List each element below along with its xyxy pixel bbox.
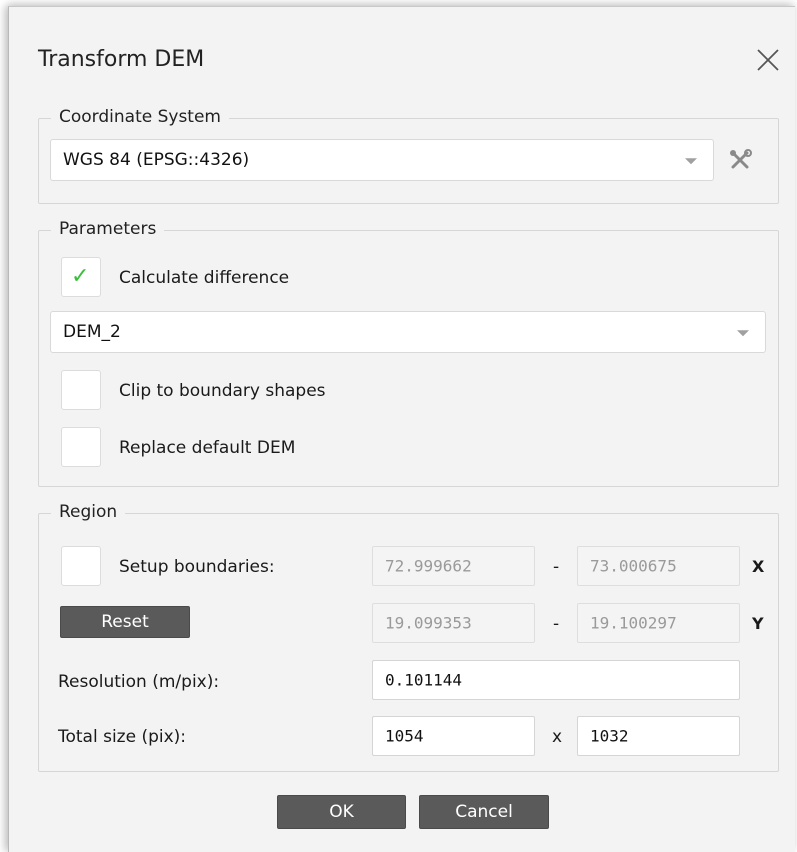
check-icon: ✓ (71, 264, 90, 289)
ok-button[interactable]: OK (277, 795, 406, 829)
y-axis-label: Y (752, 614, 764, 633)
chevron-down-icon (737, 330, 749, 337)
cancel-button[interactable]: Cancel (419, 795, 549, 829)
x-axis-label: X (752, 557, 765, 576)
total-width-field[interactable]: 1054 (372, 716, 535, 756)
total-size-label: Total size (pix): (58, 727, 187, 747)
y-max-field[interactable]: 19.100297 (577, 603, 740, 643)
resolution-value: 0.101144 (385, 670, 463, 690)
total-height-field[interactable]: 1032 (577, 716, 740, 756)
region-legend: Region (51, 502, 126, 522)
setup-boundaries-checkbox[interactable] (61, 546, 101, 586)
chevron-down-icon (685, 158, 697, 165)
y-max-value: 19.100297 (590, 613, 677, 633)
coordinate-system-value: WGS 84 (EPSG::4326) (63, 150, 250, 170)
y-min-field[interactable]: 19.099353 (372, 603, 535, 643)
clip-to-boundary-checkbox[interactable] (61, 370, 101, 410)
x-min-field[interactable]: 72.999662 (372, 546, 535, 586)
x-max-field[interactable]: 73.000675 (577, 546, 740, 586)
parameters-group: Parameters ✓ Calculate difference DEM_2 … (38, 219, 779, 487)
y-range-separator: - (553, 614, 560, 634)
parameters-legend: Parameters (51, 219, 165, 239)
total-height-value: 1032 (590, 726, 629, 746)
calculate-difference-checkbox[interactable]: ✓ (61, 257, 101, 297)
x-max-value: 73.000675 (590, 556, 677, 576)
resolution-label: Resolution (m/pix): (58, 672, 220, 692)
size-separator: x (552, 727, 563, 747)
replace-default-dem-checkbox[interactable] (61, 427, 101, 467)
dem-select[interactable]: DEM_2 (50, 311, 766, 353)
transform-dem-dialog: Transform DEM Coordinate System WGS 84 (… (8, 6, 795, 852)
replace-default-dem-label: Replace default DEM (119, 438, 296, 458)
setup-boundaries-label: Setup boundaries: (119, 557, 275, 577)
coordinate-system-legend: Coordinate System (51, 107, 229, 127)
resolution-field[interactable]: 0.101144 (372, 660, 740, 700)
x-min-value: 72.999662 (385, 556, 472, 576)
tools-icon[interactable] (727, 147, 755, 173)
dem-select-value: DEM_2 (63, 322, 121, 342)
calculate-difference-label: Calculate difference (119, 268, 290, 288)
region-group: Region Setup boundaries: 72.999662 - 73.… (38, 502, 779, 772)
close-icon[interactable] (755, 47, 781, 73)
dialog-title: Transform DEM (38, 47, 205, 72)
y-min-value: 19.099353 (385, 613, 472, 633)
coordinate-system-select[interactable]: WGS 84 (EPSG::4326) (50, 139, 714, 181)
total-width-value: 1054 (385, 726, 424, 746)
clip-to-boundary-label: Clip to boundary shapes (119, 381, 326, 401)
reset-button[interactable]: Reset (60, 606, 190, 638)
x-range-separator: - (553, 557, 560, 577)
coordinate-system-group: Coordinate System WGS 84 (EPSG::4326) (38, 107, 779, 204)
